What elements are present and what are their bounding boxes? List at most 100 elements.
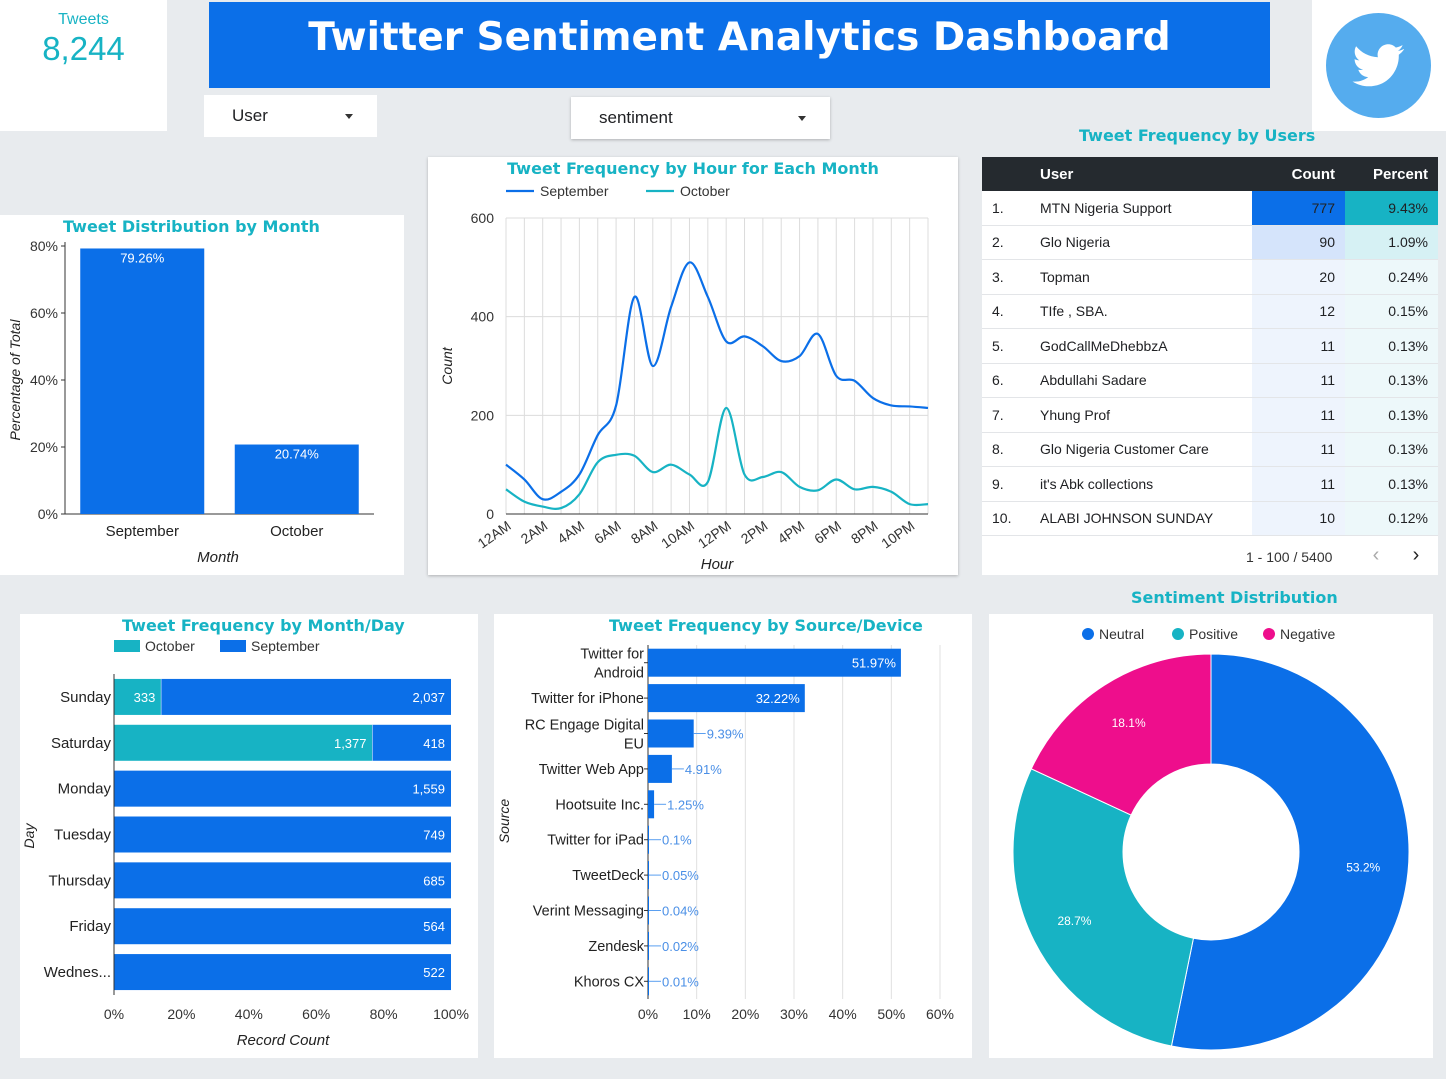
bar-data-label: 0.04% [662,904,699,919]
bar-data-label: 0.01% [662,974,699,989]
y-axis-title: Day [21,823,37,849]
cell-user: TIfe , SBA. [1040,294,1252,329]
bar-source [648,967,649,996]
x-tick-label: 60% [302,1006,330,1022]
col-header-percent[interactable]: Percent [1345,157,1438,191]
table-row[interactable]: 5. GodCallMeDhebbzA 11 0.13% [982,328,1438,364]
x-tick-label: 6AM [591,517,624,547]
hourly-frequency-chart: 0 200 400 600 12AM 2AM 4AM 6AM 8AM10AM12PM 2PM 4PM… [439,183,929,573]
cell-rank: 9. [982,466,1040,502]
y-tick-label: Tuesday [54,827,111,844]
cell-user: Glo Nigeria Customer Care [1040,432,1252,467]
line-series-september [505,261,929,501]
bar-data-label: 9.39% [707,727,744,742]
legend-swatch [1082,628,1094,640]
cell-user: Abdullahi Sadare [1040,363,1252,398]
table-row[interactable]: 6. Abdullahi Sadare 11 0.13% [982,363,1438,398]
x-tick-label: 10% [683,1006,711,1022]
users-table-card: User Count Percent 1. MTN Nigeria Support… [982,157,1438,575]
table-row[interactable]: 3. Topman 20 0.24% [982,259,1438,295]
y-tick-label: Android [594,666,644,682]
col-header-user[interactable]: User [1040,157,1252,191]
x-tick-label: 2AM [518,517,551,547]
bar-september [114,862,451,899]
x-tick-label: 80% [370,1006,398,1022]
y-tick-label: 400 [471,309,495,325]
cell-count: 90 [1252,225,1345,260]
cell-rank: 4. [982,294,1040,329]
cell-rank: 5. [982,328,1040,364]
legend-swatch [1263,628,1275,640]
pagination-text: 1 - 100 / 5400 [1246,549,1333,565]
month-day-chart: 333 2,037 Sunday 1,377 418 Saturday 1,559 Monda… [21,638,469,1049]
legend-label: October [680,183,730,199]
y-tick-label: 600 [471,210,495,226]
table-row[interactable]: 1. MTN Nigeria Support 777 9.43% [982,191,1438,226]
y-tick-label: 20% [30,439,58,455]
slice-positive [1012,768,1195,1047]
cell-percent: 0.13% [1345,466,1438,502]
x-tick-label: 4AM [554,517,587,547]
source-device-card: Tweet Frequency by Source/Device 0% 10% 20… [494,614,972,1058]
x-axis-title: Hour [701,556,735,573]
cell-rank: 3. [982,259,1040,295]
sentiment-filter-dropdown[interactable]: sentiment [571,97,830,139]
bar-data-label: 1,559 [412,782,445,797]
cell-count: 11 [1252,397,1345,433]
bar-data-label: 749 [423,828,445,843]
cell-percent: 0.12% [1345,501,1438,536]
cell-user: MTN Nigeria Support [1040,191,1252,226]
table-row[interactable]: 4. TIfe , SBA. 12 0.15% [982,294,1438,329]
x-axis-title: Record Count [237,1032,330,1049]
bar-data-label: 564 [423,919,445,934]
col-header-count[interactable]: Count [1252,157,1345,191]
bar-september [114,770,451,807]
table-row[interactable]: 8. Glo Nigeria Customer Care 11 0.13% [982,432,1438,467]
table-row[interactable]: 9. it's Abk collections 11 0.13% [982,466,1438,502]
legend-swatch [1172,628,1184,640]
bar-data-label: 79.26% [120,250,165,265]
bar-source [648,896,649,925]
twitter-bird-icon [1326,13,1431,118]
cell-count: 20 [1252,259,1345,295]
sentiment-filter-label: sentiment [599,108,673,127]
logo-card [1312,0,1446,131]
cell-count: 777 [1252,191,1345,226]
y-tick-label: Wednes... [44,964,111,981]
cell-count: 12 [1252,294,1345,329]
month-distribution-card: Tweet Distribution by Month 0% 20% 40% 60% 8… [0,215,404,575]
y-tick-label: 60% [30,305,58,321]
user-filter-dropdown[interactable]: User [204,95,377,137]
y-tick-label: Saturday [51,735,112,752]
x-tick-label: 40% [829,1006,857,1022]
prev-page-button[interactable]: ‹ [1366,543,1386,567]
y-tick-label: Twitter for [580,647,644,663]
bar-data-label: 0.1% [662,833,692,848]
table-header-row: User Count Percent [982,157,1438,191]
bar-data-label: 0.05% [662,868,699,883]
y-axis-title: Count [439,346,455,384]
hourly-frequency-card: Tweet Frequency by Hour for Each Month 0… [428,157,958,575]
legend-label: Positive [1189,626,1238,642]
y-tick-label: Khoros CX [574,974,644,990]
x-tick-label: 20% [167,1006,195,1022]
sentiment-card: 53.2% 28.7% 18.1% Neutral Positive Negative [989,614,1433,1058]
table-row[interactable]: 7. Yhung Prof 11 0.13% [982,397,1438,433]
cell-count: 11 [1252,432,1345,467]
table-row[interactable]: 10. ALABI JOHNSON SUNDAY 10 0.12% [982,501,1438,536]
y-tick-label: 0 [486,506,494,522]
legend-label: September [251,638,320,654]
cell-percent: 0.13% [1345,363,1438,398]
y-tick-label: Twitter for iPhone [531,691,644,707]
next-page-button[interactable]: › [1406,543,1426,567]
cell-user: Yhung Prof [1040,397,1252,433]
kpi-label: Tweets [58,11,109,28]
legend-label: October [145,638,195,654]
legend-swatch [114,640,140,652]
kpi-value: 8,244 [42,30,125,67]
cell-user: Glo Nigeria [1040,225,1252,260]
x-tick-label: 2PM [738,517,771,547]
cell-percent: 0.24% [1345,259,1438,295]
x-tick-label: 30% [780,1006,808,1022]
table-row[interactable]: 2. Glo Nigeria 90 1.09% [982,225,1438,260]
